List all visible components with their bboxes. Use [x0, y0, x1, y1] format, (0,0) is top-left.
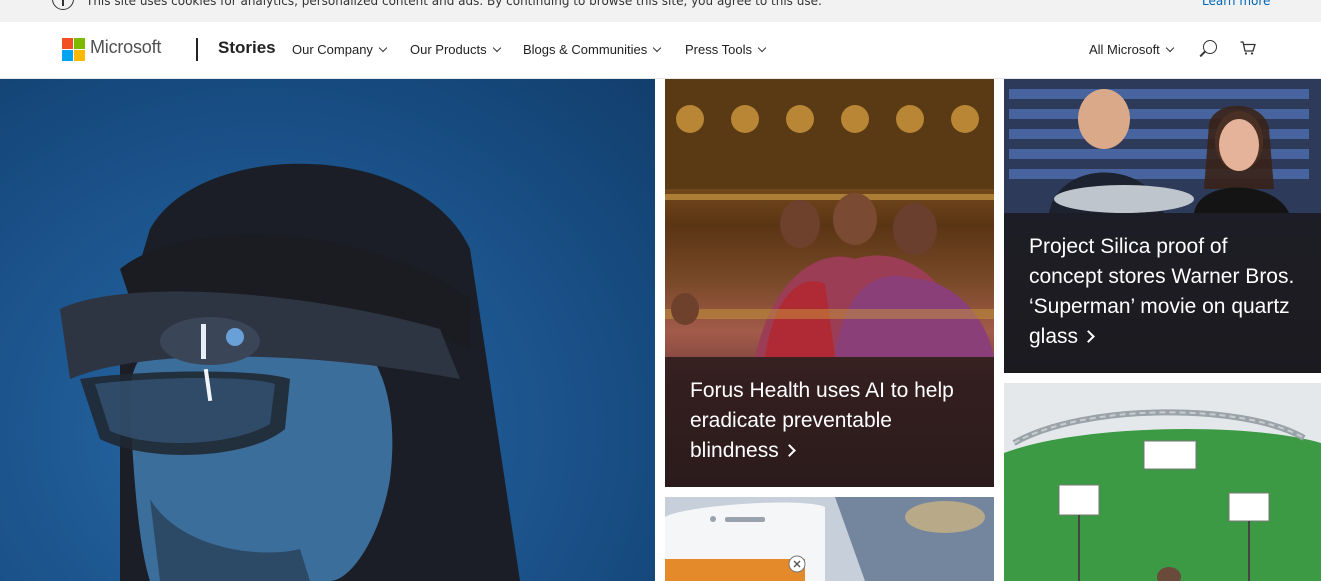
learn-more-link[interactable]: Learn more	[1202, 0, 1270, 8]
nav-label: Blogs & Communities	[523, 42, 648, 57]
story-title: Project Silica proof of concept stores W…	[1029, 235, 1295, 348]
cart-icon[interactable]	[1240, 41, 1256, 55]
microsoft-logo[interactable]	[62, 38, 85, 61]
story-tile-studio[interactable]	[1004, 383, 1321, 581]
story-tile-project-silica[interactable]: Project Silica proof of concept stores W…	[1004, 79, 1321, 373]
section-title[interactable]: Stories	[218, 38, 276, 58]
chevron-down-icon	[1165, 43, 1175, 53]
nav-label: Our Products	[410, 42, 487, 57]
chevron-down-icon	[653, 43, 662, 53]
nav-label: Press Tools	[685, 42, 752, 57]
search-icon[interactable]	[1203, 40, 1217, 54]
story-title: Forus Health uses AI to help eradicate p…	[690, 379, 954, 462]
nav-our-products[interactable]: Our Products	[410, 42, 501, 57]
app-photo	[665, 497, 994, 581]
nav-label: Our Company	[292, 42, 373, 57]
chevron-right-icon	[782, 444, 796, 457]
chevron-down-icon	[492, 43, 501, 53]
hero-illustration	[60, 163, 520, 581]
brand-name[interactable]: Microsoft	[90, 37, 161, 58]
nav-our-company[interactable]: Our Company	[292, 42, 388, 57]
info-icon	[52, 0, 74, 10]
story-tile-app[interactable]	[665, 497, 994, 581]
story-caption[interactable]: Forus Health uses AI to help eradicate p…	[665, 357, 994, 487]
site-header: Microsoft Stories Our Company Our Produc…	[0, 22, 1321, 79]
hero-image[interactable]	[0, 79, 655, 581]
chevron-down-icon	[757, 43, 767, 53]
all-microsoft-menu[interactable]: All Microsoft	[1089, 42, 1175, 57]
cookie-banner: This site uses cookies for analytics, pe…	[0, 0, 1321, 22]
forus-photo	[665, 79, 994, 357]
nav-press-tools[interactable]: Press Tools	[685, 42, 767, 57]
all-microsoft-label: All Microsoft	[1089, 42, 1160, 57]
silica-photo	[1004, 79, 1321, 213]
story-tile-forus-health[interactable]: Forus Health uses AI to help eradicate p…	[665, 79, 994, 487]
cookie-text: This site uses cookies for analytics, pe…	[86, 0, 822, 8]
nav-blogs-communities[interactable]: Blogs & Communities	[523, 42, 662, 57]
chevron-right-icon	[1082, 330, 1095, 343]
story-caption[interactable]: Project Silica proof of concept stores W…	[1004, 213, 1321, 373]
header-divider	[196, 38, 198, 61]
chevron-down-icon	[378, 43, 388, 53]
studio-photo	[1004, 383, 1321, 581]
